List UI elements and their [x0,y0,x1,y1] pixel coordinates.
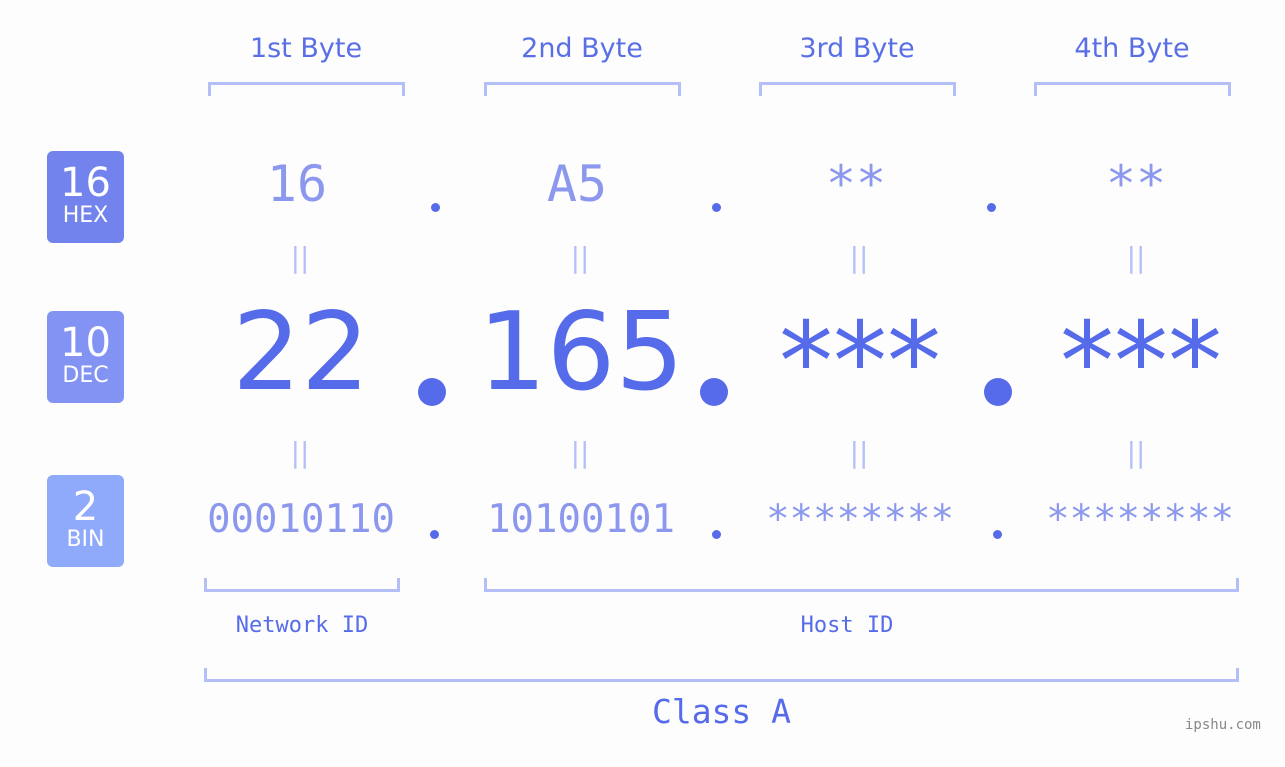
dec-badge-base: 10 [60,320,111,366]
class-label: Class A [651,692,792,731]
equals-sign: || [570,241,590,274]
bin-badge: 2 BIN [47,475,124,567]
byte-header-2: 2nd Byte [521,33,643,64]
hex-dot-1 [431,203,440,212]
byte-bracket-3 [759,82,956,96]
byte-bracket-4 [1034,82,1231,96]
bin-badge-base: 2 [72,484,99,530]
dec-value-4: *** [1060,300,1222,425]
class-bracket [204,668,1239,682]
bin-badge-label: BIN [66,527,105,552]
hex-badge: 16 HEX [47,151,124,243]
watermark: ipshu.com [1185,717,1261,733]
equals-sign: || [1126,241,1146,274]
hex-value-2: A5 [546,155,608,213]
dec-value-1: 22 [232,290,370,415]
equals-sign: || [1126,436,1146,469]
dec-value-3: *** [779,300,941,425]
dec-dot-1 [418,378,446,406]
equals-sign: || [570,436,590,469]
bin-value-1: 00010110 [207,497,395,542]
host-id-bracket [484,578,1239,592]
equals-sign: || [849,241,869,274]
hex-dot-2 [712,203,721,212]
bin-value-3: ******** [766,497,954,542]
dec-badge-label: DEC [62,363,109,388]
hex-dot-3 [987,203,996,212]
byte-header-3: 3rd Byte [799,33,915,64]
equals-sign: || [290,241,310,274]
hex-badge-label: HEX [62,203,109,228]
dec-value-2: 165 [477,290,685,415]
host-id-label: Host ID [800,613,894,638]
hex-value-3: ** [825,155,887,213]
network-id-bracket [204,578,400,592]
byte-header-1: 1st Byte [249,33,363,64]
dec-dot-2 [700,378,728,406]
equals-sign: || [849,436,869,469]
hex-value-1: 16 [266,155,328,213]
network-id-label: Network ID [235,613,369,638]
bin-dot-3 [993,530,1002,539]
bin-dot-2 [712,530,721,539]
bin-value-2: 10100101 [487,497,675,542]
dec-dot-3 [984,378,1012,406]
bin-value-4: ******** [1046,497,1234,542]
byte-bracket-1 [208,82,405,96]
byte-header-4: 4th Byte [1074,33,1190,64]
bin-dot-1 [430,530,439,539]
byte-bracket-2 [484,82,681,96]
dec-badge: 10 DEC [47,311,124,403]
hex-value-4: ** [1105,155,1167,213]
equals-sign: || [290,436,310,469]
hex-badge-base: 16 [60,160,111,206]
